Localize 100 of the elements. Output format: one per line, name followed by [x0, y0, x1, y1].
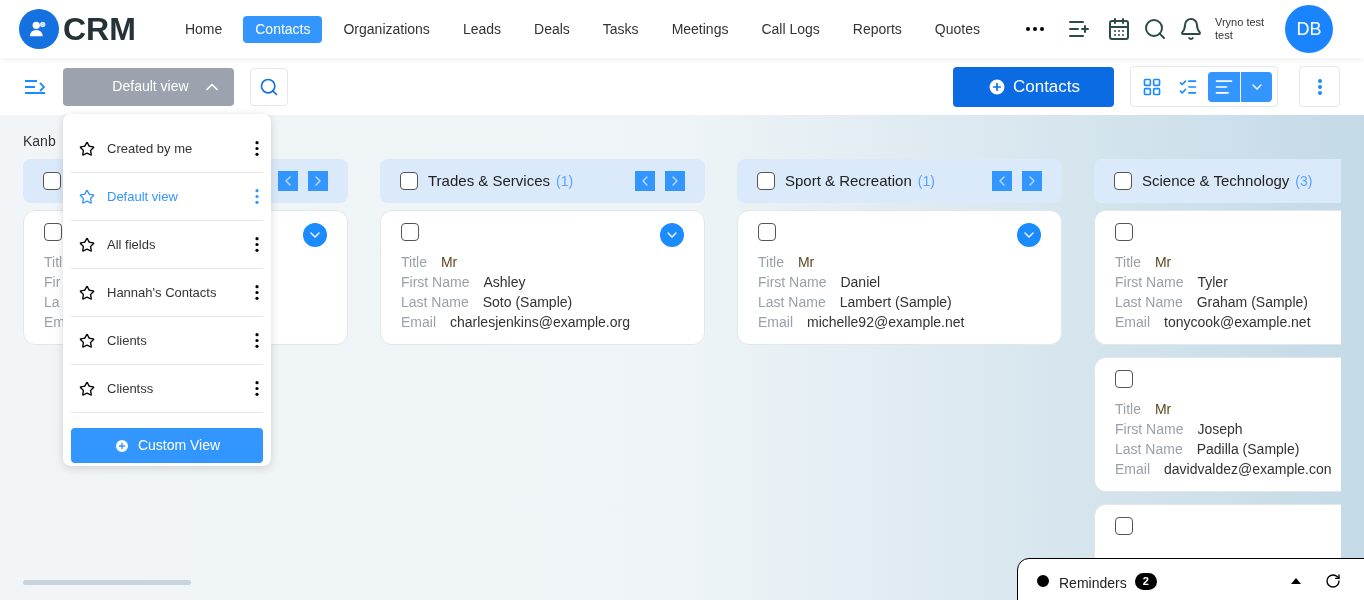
field-label: Title [758, 252, 784, 272]
contact-card[interactable]: Title Mr First Name Joseph Last Name Padilla (Sample) Email davidvaldez@example.con [1094, 357, 1341, 492]
more-options-button[interactable] [1299, 66, 1340, 107]
checkbox[interactable] [1115, 223, 1133, 241]
view-menu-item[interactable]: Clientss [71, 365, 263, 413]
more-icon [1317, 78, 1322, 95]
expand-button[interactable] [303, 223, 327, 247]
field-value: davidvaldez@example.con [1164, 459, 1332, 479]
field-value: Mr [1154, 399, 1172, 419]
field-label: First Name [758, 272, 827, 292]
star-icon[interactable] [79, 380, 95, 397]
grid-icon [1142, 76, 1162, 97]
field-label: Titl [44, 252, 63, 272]
collapse-icon[interactable] [1291, 578, 1301, 584]
field-label: Email [758, 312, 793, 332]
column-count: (1) [556, 171, 574, 191]
field-value: tonycook@example.net [1164, 312, 1311, 332]
field-value: michelle92@example.net [807, 312, 965, 332]
checkbox[interactable] [1115, 370, 1133, 388]
field-label: Email [401, 312, 436, 332]
star-icon[interactable] [79, 236, 95, 253]
search-icon [259, 76, 279, 97]
view-menu-item[interactable]: Hannah's Contacts [71, 269, 263, 317]
nav-tab[interactable]: Call Logs [749, 15, 832, 43]
column-title: Sport & Recreation [785, 170, 912, 191]
sidebar-toggle-icon[interactable] [24, 77, 46, 96]
search-button[interactable] [250, 67, 288, 106]
nav-tab[interactable]: Leads [450, 15, 514, 43]
plus-icon [986, 76, 1007, 97]
search-icon[interactable] [1143, 17, 1167, 41]
field-label: Last Name [758, 292, 826, 312]
nav-tab[interactable]: Organizations [331, 15, 442, 43]
more-icon[interactable] [255, 285, 259, 300]
view-menu-item[interactable]: All fields [71, 221, 263, 269]
field-label: Fir [44, 272, 61, 292]
contact-card[interactable]: Title Mr First Name Daniel Last Name Lambert (Sample) Email michelle92@example.net [737, 210, 1062, 345]
more-icon[interactable] [255, 333, 259, 348]
column-count: (3) [1295, 171, 1313, 191]
checkbox[interactable] [400, 172, 418, 190]
star-icon[interactable] [79, 140, 95, 157]
field-label: La [44, 292, 60, 312]
field-label: Last Name [1115, 292, 1183, 312]
field-value: Mr [440, 252, 458, 272]
user-avatar[interactable]: DB [1285, 5, 1333, 53]
logo-text: CRM [63, 10, 136, 49]
checkbox[interactable] [43, 172, 61, 190]
refresh-icon[interactable] [1325, 573, 1341, 589]
column-title: Science & Technology [1142, 170, 1290, 191]
view-mode-dropdown[interactable] [1240, 71, 1272, 102]
field-value: Joseph [1197, 419, 1243, 439]
scrollbar[interactable] [23, 580, 191, 585]
field-label: First Name [401, 272, 470, 292]
checkbox[interactable] [401, 223, 419, 241]
logo-icon [19, 9, 59, 49]
field-value: Soto (Sample) [482, 292, 573, 312]
expand-button[interactable] [1017, 223, 1041, 247]
checkbox[interactable] [757, 172, 775, 190]
nav-tab[interactable]: Deals [522, 15, 582, 43]
checkbox[interactable] [758, 223, 776, 241]
checkbox[interactable] [1114, 172, 1132, 190]
field-value: charlesjenkins@example.org [450, 312, 630, 332]
nav-tab[interactable]: Tasks [590, 15, 651, 43]
nav-tab[interactable]: Quotes [922, 15, 992, 43]
field-value: Tyler [1197, 272, 1228, 292]
contact-card[interactable]: Title Mr First Name Ashley Last Name Soto (Sample) Email charlesjenkins@example.org [380, 210, 705, 345]
calendar-icon[interactable] [1107, 17, 1131, 41]
checkbox[interactable] [44, 223, 62, 241]
more-icon[interactable] [255, 141, 259, 156]
view-menu-item[interactable]: Clients [71, 317, 263, 365]
checkbox[interactable] [1115, 517, 1133, 535]
board-title: Kanb [23, 132, 56, 151]
column-title: Trades & Services [428, 170, 550, 191]
reminders-toast[interactable]: Reminders 2 [1017, 558, 1364, 600]
star-icon[interactable] [79, 188, 95, 205]
reminders-label: Reminders [1059, 574, 1127, 593]
field-value: Mr [1154, 252, 1172, 272]
field-label: First Name [1115, 272, 1184, 292]
nav-tab[interactable]: Meetings [659, 15, 741, 43]
add-contact-button[interactable]: Contacts [953, 66, 1114, 107]
field-value: Padilla (Sample) [1196, 439, 1300, 459]
nav-tab[interactable]: Reports [840, 15, 914, 43]
star-icon[interactable] [79, 284, 95, 301]
view-mode-button[interactable] [1208, 71, 1240, 102]
field-value: Mr [797, 252, 815, 272]
more-icon[interactable] [255, 237, 259, 252]
field-value: Ashley [483, 272, 526, 292]
nav-tab[interactable]: Home [172, 15, 235, 43]
reminders-count: 2 [1134, 573, 1157, 590]
user-name: Vryno test test [1215, 16, 1266, 42]
view-menu-item[interactable]: Created by me [71, 125, 263, 173]
column-count: (1) [917, 171, 935, 191]
contact-card[interactable]: Title Mr First Name Tyler Last Name Graham (Sample) Email tonycook@example.net [1094, 210, 1341, 345]
field-value: Graham (Sample) [1196, 292, 1308, 312]
field-label: Title [1115, 399, 1141, 419]
more-icon[interactable] [255, 381, 259, 396]
star-icon[interactable] [79, 332, 95, 349]
field-label: Email [1115, 312, 1150, 332]
field-label: Title [401, 252, 427, 272]
notification-icon[interactable] [1179, 17, 1203, 41]
expand-button[interactable] [660, 223, 684, 247]
